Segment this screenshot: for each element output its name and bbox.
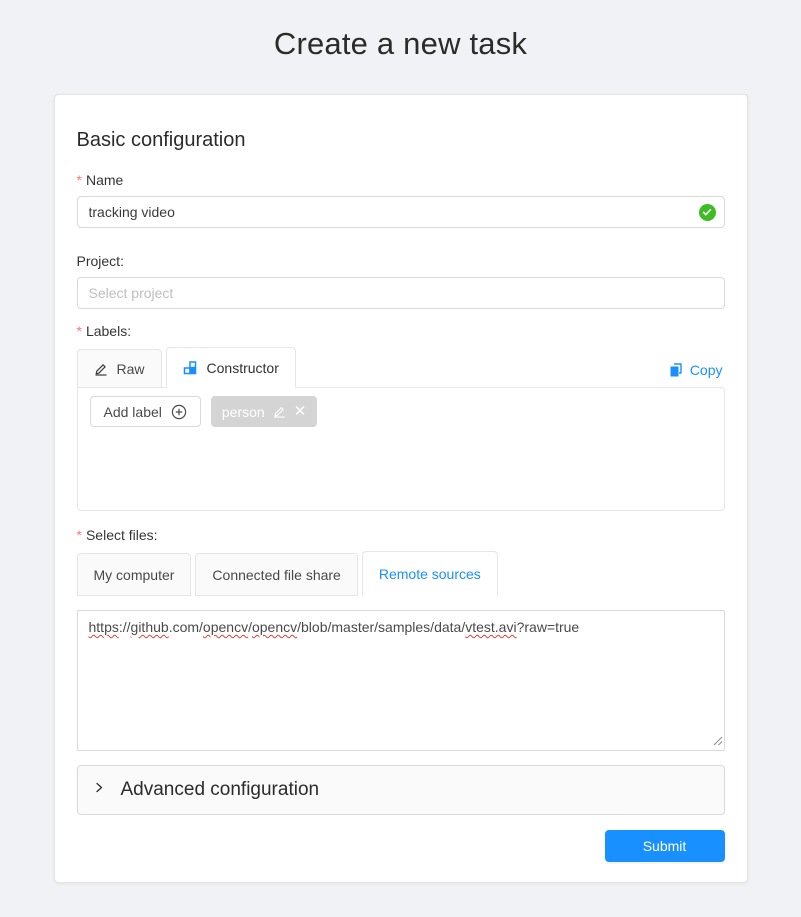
url-segment: ?raw=true: [517, 619, 580, 635]
tab-constructor-label: Constructor: [207, 360, 279, 376]
remote-urls-textarea[interactable]: https://github.com/opencv/opencv/blob/ma…: [77, 610, 725, 751]
labels-constructor-panel: Add label person ✕: [77, 387, 725, 511]
url-segment: https: [89, 619, 119, 635]
basic-configuration-heading: Basic configuration: [77, 129, 725, 152]
create-task-card: Basic configuration *Name Project: *Labe…: [54, 94, 748, 883]
name-label-text: Name: [86, 172, 123, 188]
required-asterisk: *: [77, 172, 82, 188]
url-segment: /blob/master/samples/data/: [297, 619, 465, 635]
resize-handle[interactable]: [713, 733, 723, 749]
select-files-label: *Select files:: [77, 527, 725, 543]
project-select-wrap: [77, 277, 725, 309]
url-segment: github: [131, 619, 169, 635]
copy-icon: [669, 363, 683, 377]
required-asterisk: *: [77, 323, 82, 339]
build-icon: [183, 360, 198, 375]
tab-connected-file-share[interactable]: Connected file share: [195, 553, 357, 596]
label-tag-name: person: [222, 404, 265, 420]
add-label-button[interactable]: Add label: [90, 396, 201, 427]
labels-tabs: Raw Constructor Copy: [77, 347, 725, 388]
labels-label: *Labels:: [77, 323, 725, 339]
tab-raw-label: Raw: [117, 361, 145, 377]
tab-remote-sources-label: Remote sources: [379, 566, 481, 582]
page-title: Create a new task: [0, 0, 801, 62]
check-circle-icon: [699, 204, 716, 221]
url-segment: vtest.avi: [465, 619, 516, 635]
add-label-button-label: Add label: [104, 404, 162, 420]
project-label: Project:: [77, 253, 725, 269]
tab-constructor[interactable]: Constructor: [166, 347, 296, 388]
copy-button[interactable]: Copy: [669, 362, 725, 388]
labels-label-text: Labels:: [86, 323, 131, 339]
required-asterisk: *: [77, 527, 82, 543]
url-segment: .com/: [169, 619, 203, 635]
url-segment: ://: [119, 619, 131, 635]
tab-my-computer-label: My computer: [94, 567, 175, 583]
tab-raw[interactable]: Raw: [77, 349, 162, 388]
copy-button-label: Copy: [690, 362, 723, 378]
tab-connected-file-share-label: Connected file share: [212, 567, 340, 583]
select-files-label-text: Select files:: [86, 527, 158, 543]
advanced-configuration-panel[interactable]: Advanced configuration: [77, 765, 725, 815]
close-icon[interactable]: ✕: [294, 404, 307, 419]
project-select[interactable]: [77, 277, 725, 309]
url-segment: opencv: [252, 619, 297, 635]
edit-icon[interactable]: [273, 405, 286, 418]
tab-my-computer[interactable]: My computer: [77, 553, 192, 596]
name-label: *Name: [77, 172, 725, 188]
plus-circle-icon: [171, 404, 187, 420]
chevron-right-icon: [94, 782, 105, 793]
name-input-wrap: [77, 196, 725, 228]
file-source-tabs: My computer Connected file share Remote …: [77, 551, 725, 596]
label-tag-person[interactable]: person ✕: [211, 396, 317, 427]
url-segment: opencv: [203, 619, 248, 635]
submit-button[interactable]: Submit: [605, 830, 725, 862]
tab-remote-sources[interactable]: Remote sources: [362, 551, 498, 596]
edit-icon: [94, 362, 108, 376]
advanced-configuration-title: Advanced configuration: [121, 779, 320, 801]
name-input[interactable]: [77, 196, 725, 228]
submit-row: Submit: [77, 830, 725, 862]
